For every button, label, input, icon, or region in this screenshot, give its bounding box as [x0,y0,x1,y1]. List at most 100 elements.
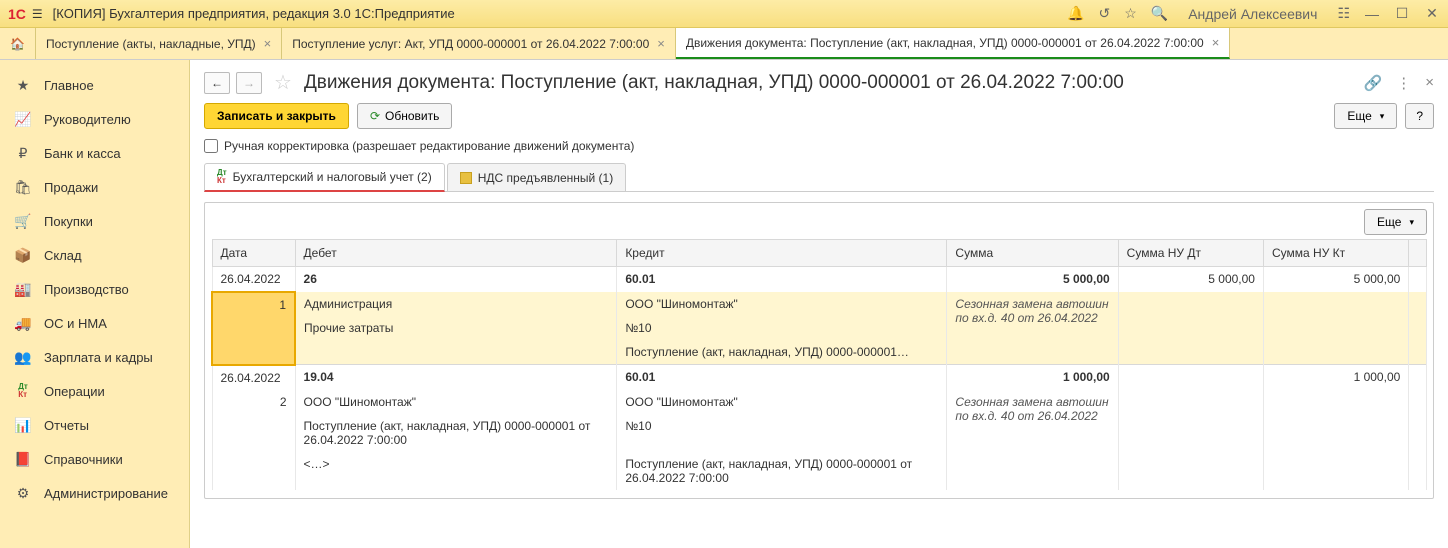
th-sum[interactable]: Сумма [947,240,1118,267]
cell-credit-sub: №10 [617,414,947,452]
link-icon[interactable]: 🔗 [1364,74,1383,92]
star-icon: ★ [14,76,32,94]
doc-tab-1[interactable]: Поступление (акты, накладные, УПД) × [36,28,282,59]
cell-sum: 5 000,00 [947,267,1118,293]
sidebar-item-assets[interactable]: 🚚 ОС и НМА [0,306,189,340]
history-icon[interactable]: ↺ [1098,5,1110,22]
manual-edit-checkbox[interactable] [204,139,218,153]
sidebar-item-label: Операции [44,384,105,399]
dtkt-icon: ДтКт [14,382,32,400]
close-icon[interactable]: × [264,36,272,51]
table-more-button[interactable]: Еще [1364,209,1427,235]
table-row[interactable]: 26.04.2022 19.04 60.01 1 000,00 1 000,00 [212,365,1427,390]
close-button[interactable]: ✕ [1424,6,1440,22]
table-row[interactable]: 1 Администрация ООО "Шиномонтаж" Сезонна… [212,292,1427,316]
minimize-button[interactable]: — [1364,6,1380,22]
close-icon[interactable]: × [657,36,665,51]
maximize-button[interactable]: ☐ [1394,6,1410,22]
star-icon[interactable]: ☆ [1124,5,1137,22]
sidebar: ★Главное 📈Руководителю ₽Банк и касса 🛍Пр… [0,60,190,548]
doc-tab-2[interactable]: Поступление услуг: Акт, УПД 0000-000001 … [282,28,676,59]
main-menu-icon[interactable]: ☰ [32,7,43,21]
search-icon[interactable]: 🔍 [1151,5,1168,22]
truck-icon: 🚚 [14,314,32,332]
sidebar-item-bank[interactable]: ₽Банк и касса [0,136,189,170]
dtkt-icon: ДтКт [217,169,227,185]
inner-tab-label: Бухгалтерский и налоговый учет (2) [233,170,432,184]
bell-icon[interactable]: 🔔 [1067,5,1084,22]
refresh-label: Обновить [385,109,439,123]
sidebar-item-label: ОС и НМА [44,316,107,331]
sidebar-item-label: Склад [44,248,82,263]
tab-accounting[interactable]: ДтКт Бухгалтерский и налоговый учет (2) [204,163,445,192]
manual-edit-label: Ручная корректировка (разрешает редактир… [224,139,634,153]
th-debit[interactable]: Дебет [295,240,617,267]
sidebar-item-label: Производство [44,282,129,297]
kebab-icon[interactable]: ⋮ [1396,74,1411,92]
sidebar-item-label: Руководителю [44,112,131,127]
cell-credit-account: 60.01 [617,267,947,293]
table-row[interactable]: 26.04.2022 26 60.01 5 000,00 5 000,00 5 … [212,267,1427,293]
sidebar-item-warehouse[interactable]: 📦Склад [0,238,189,272]
settings-icon[interactable]: ☷ [1337,5,1350,22]
sidebar-item-main[interactable]: ★ Главное [0,68,189,102]
doc-tab-label: Поступление услуг: Акт, УПД 0000-000001 … [292,37,649,51]
cell-credit-sub: №10 [617,316,947,340]
sidebar-item-manager[interactable]: 📈 Руководителю [0,102,189,136]
cell-date: 26.04.2022 [212,267,295,293]
sidebar-item-label: Покупки [44,214,93,229]
cell-credit-account: 60.01 [617,365,947,390]
people-icon: 👥 [14,348,32,366]
bars-icon: 📊 [14,416,32,434]
help-button[interactable]: ? [1405,103,1434,129]
user-name[interactable]: Андрей Алексеевич [1188,6,1317,22]
sidebar-item-label: Справочники [44,452,123,467]
cell-debit-account: 19.04 [295,365,617,390]
cell-comment: Сезонная замена автошин по вх.д. 40 от 2… [947,390,1118,490]
doc-tab-3-active[interactable]: Движения документа: Поступление (акт, на… [676,28,1230,59]
doc-tab-label: Движения документа: Поступление (акт, на… [686,36,1204,50]
tab-nds[interactable]: НДС предъявленный (1) [447,163,626,191]
table-row[interactable]: 2 ООО "Шиномонтаж" ООО "Шиномонтаж" Сезо… [212,390,1427,414]
page-title: Движения документа: Поступление (акт, на… [304,72,1358,94]
cell-idx: 1 [212,292,295,365]
cell-sum: 1 000,00 [947,365,1118,390]
home-icon: 🏠 [10,37,25,51]
favorite-icon[interactable]: ☆ [274,70,292,95]
refresh-button[interactable]: ⟳Обновить [357,103,452,129]
th-nu-dt[interactable]: Сумма НУ Дт [1118,240,1263,267]
sidebar-item-production[interactable]: 🏭Производство [0,272,189,306]
sidebar-item-hr[interactable]: 👥Зарплата и кадры [0,340,189,374]
cell-nu-dt: 5 000,00 [1118,267,1263,293]
sidebar-item-label: Главное [44,78,94,93]
close-page-icon[interactable]: × [1425,74,1434,91]
close-icon[interactable]: × [1212,35,1220,50]
sidebar-item-purchases[interactable]: 🛒 Покупки [0,204,189,238]
nav-forward-button[interactable]: → [236,72,262,94]
th-date[interactable]: Дата [212,240,295,267]
chart-icon: 📈 [14,110,32,128]
cart-icon: 🛒 [14,212,32,230]
th-credit[interactable]: Кредит [617,240,947,267]
home-tab[interactable]: 🏠 [0,28,36,59]
cell-credit-sub: ООО "Шиномонтаж" [617,390,947,414]
sidebar-item-operations[interactable]: ДтКт Операции [0,374,189,408]
sidebar-item-reports[interactable]: 📊Отчеты [0,408,189,442]
save-close-button[interactable]: Записать и закрыть [204,103,349,129]
cell-debit-sub: ООО "Шиномонтаж" [295,390,617,414]
cell-date: 26.04.2022 [212,365,295,390]
sidebar-item-refs[interactable]: 📕Справочники [0,442,189,476]
cell-credit-sub: Поступление (акт, накладная, УПД) 0000-0… [617,340,947,365]
nav-back-button[interactable]: ← [204,72,230,94]
nds-icon [460,172,472,184]
more-button[interactable]: Еще [1334,103,1397,129]
bag-icon: 🛍 [14,178,32,196]
cell-debit-sub: Прочие затраты [295,316,617,340]
sidebar-item-sales[interactable]: 🛍Продажи [0,170,189,204]
cell-comment: Сезонная замена автошин по вх.д. 40 от 2… [947,292,1118,365]
sidebar-item-admin[interactable]: ⚙Администрирование [0,476,189,510]
th-nu-kt[interactable]: Сумма НУ Кт [1263,240,1408,267]
titlebar: 1C ☰ [КОПИЯ] Бухгалтерия предприятия, ре… [0,0,1448,28]
ruble-icon: ₽ [14,144,32,162]
cell-debit-sub: Поступление (акт, накладная, УПД) 0000-0… [295,414,617,452]
